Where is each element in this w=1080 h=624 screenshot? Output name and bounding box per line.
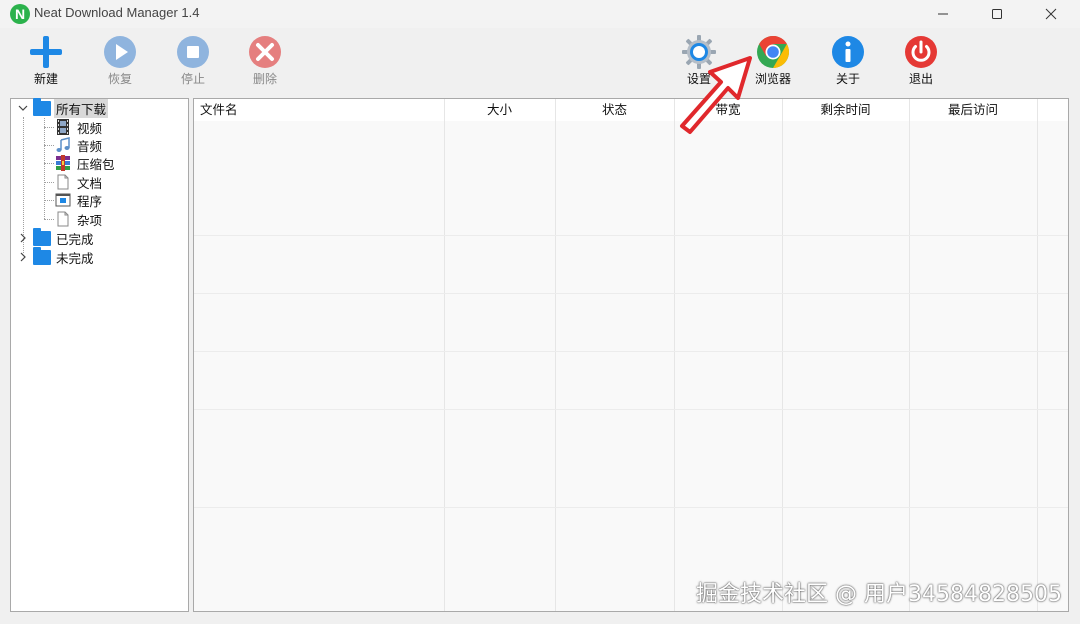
tree-item-label: 压缩包	[77, 156, 115, 172]
program-window-icon	[55, 193, 71, 207]
row-divider	[194, 409, 1068, 410]
plus-icon	[30, 36, 62, 68]
exit-label: 退出	[908, 72, 933, 86]
maximize-button[interactable]	[970, 0, 1024, 28]
app-logo-icon: N	[10, 4, 30, 24]
tree-guide-line	[44, 145, 54, 146]
tree-item-label: 已完成	[56, 231, 94, 247]
music-note-icon	[56, 137, 70, 152]
expand-arrow-icon[interactable]	[18, 233, 28, 243]
tree-item-label: 未完成	[56, 250, 94, 266]
folder-icon	[33, 227, 51, 246]
tree-item-label: 音频	[77, 138, 103, 154]
folder-icon	[33, 97, 51, 116]
tree-guide-line	[44, 200, 54, 201]
archive-icon	[56, 155, 70, 171]
title-bar: N Neat Download Manager 1.4	[0, 0, 1080, 28]
tree-item-incomplete[interactable]: 未完成	[33, 246, 96, 266]
document-icon	[57, 174, 69, 190]
resume-label: 恢复	[107, 72, 132, 86]
column-divider	[782, 99, 783, 611]
tree-guide-line	[44, 163, 54, 164]
category-tree: 所有下载 视频 音频 压缩包 文档 程序 杂项 已完成 未完成	[10, 97, 189, 612]
blank-file-icon	[57, 211, 69, 227]
expand-arrow-icon[interactable]	[18, 252, 28, 262]
film-icon	[57, 119, 69, 135]
tree-item-archive[interactable]: 压缩包	[55, 154, 117, 172]
tree-item-program[interactable]: 程序	[55, 191, 104, 209]
row-divider	[194, 293, 1068, 294]
tree-item-all-downloads[interactable]: 所有下载	[33, 97, 109, 118]
column-header-time-remaining[interactable]: 剩余时间	[782, 99, 909, 121]
window-title: Neat Download Manager 1.4	[34, 5, 200, 20]
column-divider	[909, 99, 910, 611]
tree-item-document[interactable]: 文档	[55, 173, 104, 191]
tree-item-label: 视频	[77, 120, 103, 136]
maximize-icon	[992, 9, 1002, 19]
download-list[interactable]: 文件名 大小 状态 带宽 剩余时间 最后访问	[193, 98, 1069, 612]
folder-icon	[33, 246, 51, 265]
power-icon	[905, 36, 937, 68]
watermark: 掘金技术社区 @ 用户34584828505	[696, 582, 1062, 607]
new-label: 新建	[33, 72, 58, 86]
stop-label: 停止	[180, 72, 205, 86]
tree-item-completed[interactable]: 已完成	[33, 227, 96, 247]
column-divider	[1037, 99, 1038, 611]
stop-button[interactable]: 停止	[161, 34, 225, 90]
column-header-size[interactable]: 大小	[444, 99, 555, 121]
tree-item-label: 程序	[77, 193, 103, 209]
minimize-icon	[938, 13, 948, 15]
annotation-arrow-icon	[680, 56, 752, 134]
column-header-filename[interactable]: 文件名	[200, 99, 238, 121]
tree-guide-line	[44, 182, 54, 183]
about-label: 关于	[835, 72, 860, 86]
row-divider	[194, 235, 1068, 236]
tree-guide-line	[44, 219, 54, 220]
row-divider	[194, 351, 1068, 352]
tree-guide-line	[44, 127, 54, 128]
column-header-last-access[interactable]: 最后访问	[909, 99, 1037, 121]
new-button[interactable]: 新建	[14, 34, 78, 90]
resume-button[interactable]: 恢复	[88, 34, 152, 90]
play-icon	[104, 36, 136, 68]
column-divider	[674, 99, 675, 611]
tree-guide-line	[44, 118, 45, 219]
column-divider	[444, 99, 445, 611]
column-divider	[555, 99, 556, 611]
delete-icon	[249, 36, 281, 68]
column-header-status[interactable]: 状态	[555, 99, 674, 121]
exit-button[interactable]: 退出	[889, 34, 953, 90]
info-icon	[832, 36, 864, 68]
row-divider	[194, 507, 1068, 508]
close-button[interactable]	[1024, 0, 1078, 28]
close-icon	[1045, 8, 1057, 20]
tree-item-label: 所有下载	[54, 98, 109, 118]
collapse-arrow-icon[interactable]	[18, 103, 28, 113]
tree-item-label: 文档	[77, 175, 103, 191]
tree-item-video[interactable]: 视频	[55, 118, 104, 136]
minimize-button[interactable]	[916, 0, 970, 28]
stop-icon	[177, 36, 209, 68]
delete-button[interactable]: 删除	[233, 34, 297, 90]
delete-label: 删除	[252, 72, 277, 86]
tree-item-label: 杂项	[77, 212, 103, 228]
about-button[interactable]: 关于	[816, 34, 880, 90]
tree-item-audio[interactable]: 音频	[55, 136, 104, 154]
tree-item-misc[interactable]: 杂项	[55, 210, 104, 228]
